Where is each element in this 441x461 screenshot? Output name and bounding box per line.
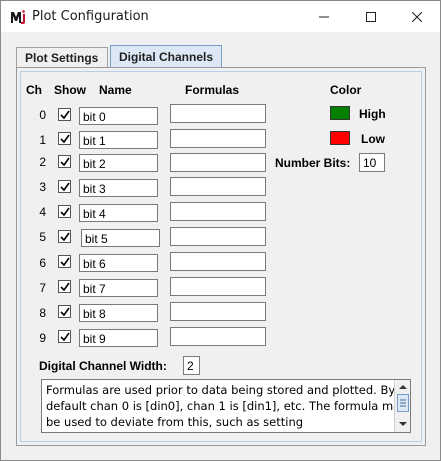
scroll-up-arrow-icon[interactable] [395, 381, 411, 393]
formula-field[interactable] [170, 153, 266, 172]
formula-field[interactable] [170, 129, 266, 148]
show-checkbox[interactable] [58, 108, 71, 121]
tab-plot-settings[interactable]: Plot Settings [16, 47, 108, 68]
channel-width-field[interactable]: 2 [183, 356, 200, 375]
channel-width-label: Digital Channel Width: [39, 359, 167, 373]
checkmark-icon [60, 207, 70, 217]
checkmark-icon [60, 257, 70, 267]
show-checkbox[interactable] [58, 155, 71, 168]
show-checkbox[interactable] [58, 280, 71, 293]
channel-number: 4 [39, 205, 46, 219]
tab-digital-channels[interactable]: Digital Channels [110, 45, 222, 68]
number-bits-label: Number Bits: [275, 156, 351, 170]
header-name: Name [99, 83, 132, 97]
checkmark-icon [60, 110, 70, 120]
formula-field[interactable] [170, 302, 266, 321]
low-color-swatch[interactable] [330, 131, 350, 145]
checkmark-icon [60, 182, 70, 192]
channel-number: 7 [39, 281, 46, 295]
formula-field[interactable] [170, 277, 266, 296]
channel-number: 2 [39, 155, 46, 169]
minimize-icon [319, 16, 329, 17]
header-color: Color [330, 83, 362, 97]
checkmark-icon [60, 134, 70, 144]
checkmark-icon [60, 282, 70, 292]
app-logo-icon [10, 10, 26, 24]
channel-name-field[interactable]: bit 0 [79, 107, 158, 125]
channel-number: 1 [39, 133, 46, 147]
number-bits-field[interactable]: 10 [359, 153, 385, 172]
formula-field[interactable] [170, 252, 266, 271]
minimize-button[interactable] [301, 1, 347, 32]
show-checkbox[interactable] [58, 230, 71, 243]
channel-name-field[interactable]: bit 4 [79, 204, 158, 222]
formula-field[interactable] [170, 327, 266, 346]
close-icon [412, 11, 422, 22]
channel-name-field[interactable]: bit 1 [79, 131, 158, 149]
channel-number: 8 [39, 306, 46, 320]
show-checkbox[interactable] [58, 132, 71, 145]
channel-name-field[interactable]: bit 5 [81, 229, 160, 247]
maximize-button[interactable] [348, 1, 394, 32]
channel-number: 3 [39, 180, 46, 194]
show-checkbox[interactable] [58, 180, 71, 193]
channel-name-field[interactable]: bit 8 [79, 304, 158, 322]
thumb-grip-icon [400, 399, 406, 407]
channel-number: 9 [39, 331, 46, 345]
scrollbar-thumb[interactable] [397, 394, 409, 412]
formula-info-textarea[interactable]: Formulas are used prior to data being st… [41, 379, 411, 433]
formula-field[interactable] [170, 104, 266, 123]
channel-name-field[interactable]: bit 6 [79, 254, 158, 272]
formula-field[interactable] [170, 227, 266, 246]
show-checkbox[interactable] [58, 205, 71, 218]
checkmark-icon [60, 157, 70, 167]
checkmark-icon [60, 332, 70, 342]
scroll-down-arrow-icon[interactable] [395, 418, 411, 430]
header-ch: Ch [26, 83, 42, 97]
high-color-swatch[interactable] [330, 106, 350, 120]
channel-name-field[interactable]: bit 9 [79, 329, 158, 347]
maximize-icon [366, 11, 376, 22]
title-bar: Plot Configuration [1, 1, 440, 32]
channel-name-field[interactable]: bit 2 [79, 154, 158, 172]
digital-channels-panel: Ch Show Name Formulas Color 0 bit 0 1 bi… [16, 67, 426, 446]
checkmark-icon [60, 307, 70, 317]
low-color-label: Low [361, 132, 385, 146]
channel-name-field[interactable]: bit 3 [79, 179, 158, 197]
header-show: Show [54, 83, 86, 97]
header-formulas: Formulas [185, 83, 240, 97]
show-checkbox[interactable] [58, 330, 71, 343]
formula-field[interactable] [170, 202, 266, 221]
textarea-scrollbar[interactable] [394, 380, 410, 432]
window-title: Plot Configuration [32, 9, 149, 24]
formula-info-text: Formulas are used prior to data being st… [46, 383, 408, 429]
channel-number: 5 [39, 230, 46, 244]
show-checkbox[interactable] [58, 305, 71, 318]
close-button[interactable] [394, 1, 440, 32]
high-color-label: High [359, 107, 386, 121]
show-checkbox[interactable] [58, 255, 71, 268]
checkmark-icon [60, 232, 70, 242]
plot-configuration-window: Plot Configuration Plot Settings Digital… [0, 0, 441, 461]
channel-number: 0 [39, 108, 46, 122]
formula-field[interactable] [170, 177, 266, 196]
channel-number: 6 [39, 256, 46, 270]
channel-name-field[interactable]: bit 7 [79, 279, 158, 297]
